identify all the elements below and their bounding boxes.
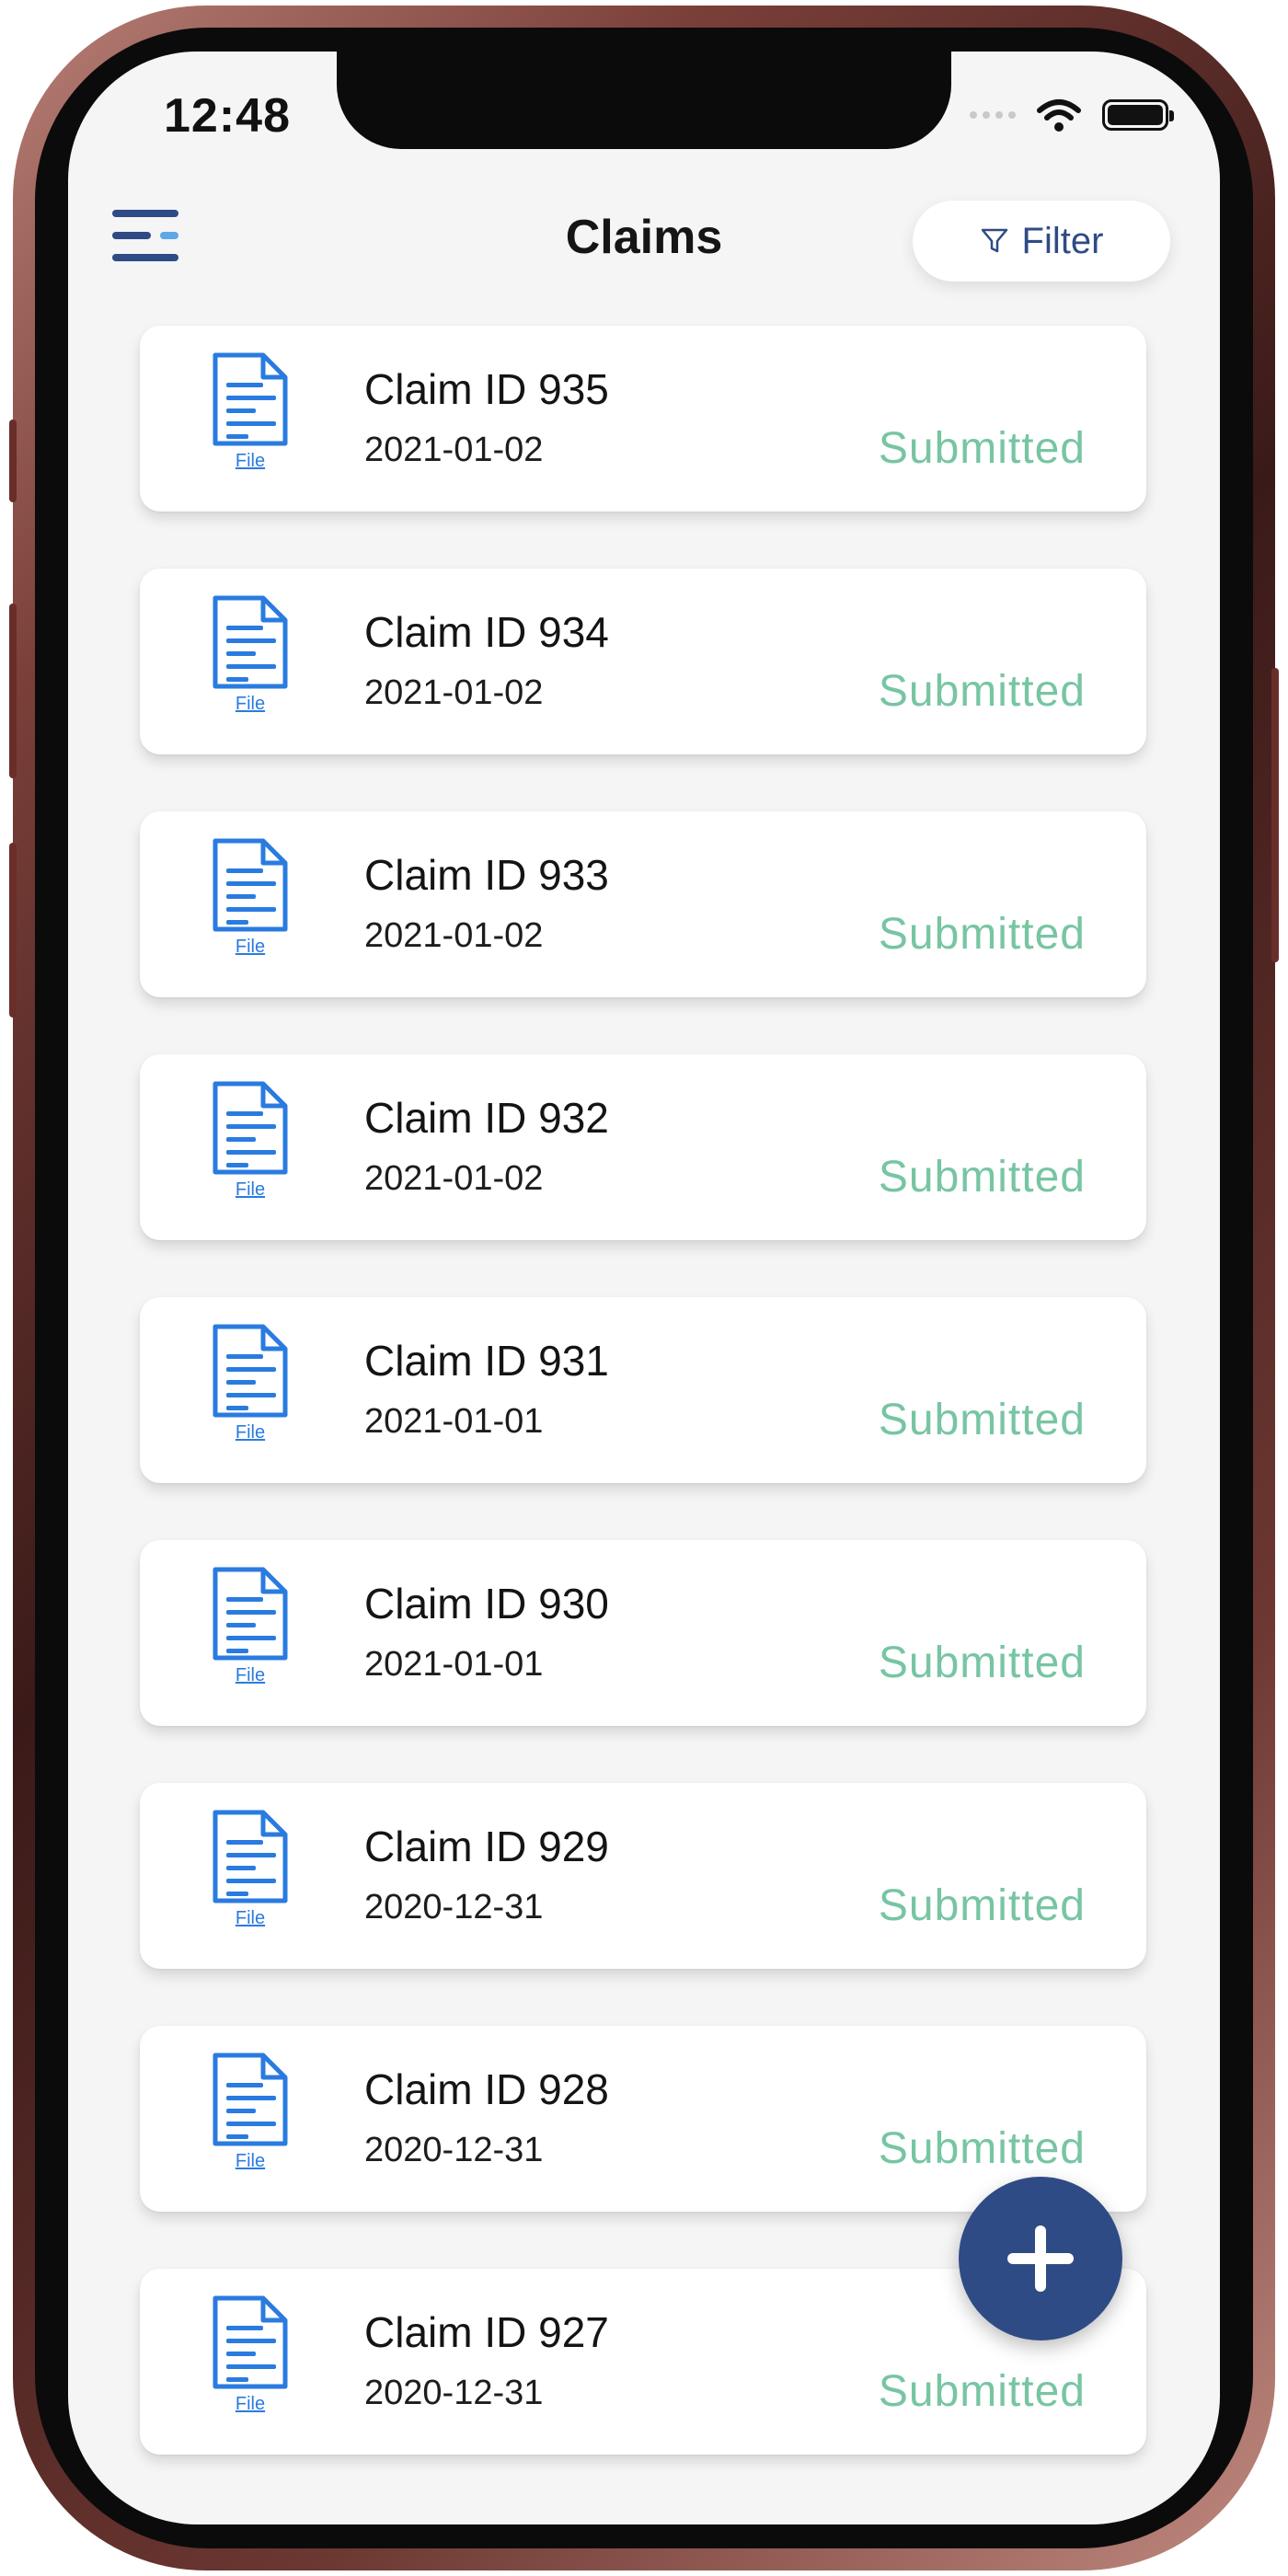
claim-id: Claim ID 935 <box>364 365 609 413</box>
file-document-icon <box>213 1081 288 1175</box>
claim-date: 2021-01-02 <box>364 673 544 712</box>
claim-id: Claim ID 934 <box>364 608 609 656</box>
claim-status-badge: Submitted <box>878 2367 1086 2416</box>
claim-id: Claim ID 927 <box>364 2308 609 2356</box>
filter-icon <box>981 228 1007 253</box>
notch <box>337 52 951 149</box>
claim-card[interactable]: File Claim ID 934 2021-01-02 Submitted <box>140 569 1146 754</box>
file-link[interactable]: File <box>206 937 294 958</box>
claim-card[interactable]: File Claim ID 928 2020-12-31 Submitted <box>140 2026 1146 2212</box>
claims-list: File Claim ID 935 2021-01-02 Submitted F… <box>140 326 1146 2512</box>
status-time: 12:48 <box>164 89 291 143</box>
file-link[interactable]: File <box>206 1179 294 1201</box>
claim-date: 2021-01-02 <box>364 431 544 469</box>
claim-date: 2020-12-31 <box>364 2374 544 2412</box>
file-attachment[interactable]: File <box>206 2052 294 2172</box>
claim-date: 2021-01-02 <box>364 916 544 955</box>
claim-id: Claim ID 930 <box>364 1580 609 1627</box>
file-link[interactable]: File <box>206 2151 294 2172</box>
claim-card[interactable]: File Claim ID 933 2021-01-02 Submitted <box>140 811 1146 997</box>
file-document-icon <box>213 352 288 446</box>
file-attachment[interactable]: File <box>206 594 294 715</box>
file-attachment[interactable]: File <box>206 837 294 958</box>
filter-label: Filter <box>1021 220 1104 261</box>
claim-id: Claim ID 929 <box>364 1823 609 1870</box>
claim-card[interactable]: File Claim ID 931 2021-01-01 Submitted <box>140 1297 1146 1483</box>
claim-status-badge: Submitted <box>878 1396 1086 1444</box>
phone-side-button-volume-up <box>9 604 17 778</box>
file-link[interactable]: File <box>206 1908 294 1929</box>
file-link[interactable]: File <box>206 1665 294 1686</box>
filter-button[interactable]: Filter <box>913 201 1170 282</box>
file-document-icon <box>213 2295 288 2389</box>
file-document-icon <box>213 838 288 932</box>
file-attachment[interactable]: File <box>206 1323 294 1443</box>
battery-icon <box>1102 99 1174 131</box>
file-attachment[interactable]: File <box>206 2294 294 2415</box>
claim-id: Claim ID 932 <box>364 1094 609 1142</box>
file-link[interactable]: File <box>206 2394 294 2415</box>
phone-side-button-volume-down <box>9 843 17 1018</box>
app-screen: 12:48 Claims Filter File Claim ID 935 20… <box>68 52 1220 2524</box>
file-attachment[interactable]: File <box>206 1080 294 1201</box>
claim-date: 2020-12-31 <box>364 2131 544 2169</box>
claim-date: 2021-01-01 <box>364 1645 544 1684</box>
claim-card[interactable]: File Claim ID 929 2020-12-31 Submitted <box>140 1783 1146 1969</box>
claim-date: 2021-01-02 <box>364 1159 544 1198</box>
claim-status-badge: Submitted <box>878 1881 1086 1930</box>
claim-card[interactable]: File Claim ID 935 2021-01-02 Submitted <box>140 326 1146 512</box>
claim-id: Claim ID 933 <box>364 851 609 899</box>
claim-card[interactable]: File Claim ID 930 2021-01-01 Submitted <box>140 1540 1146 1726</box>
phone-side-button-mute <box>9 420 17 502</box>
file-link[interactable]: File <box>206 1422 294 1443</box>
file-attachment[interactable]: File <box>206 1809 294 1929</box>
claim-status-badge: Submitted <box>878 2124 1086 2173</box>
claim-card[interactable]: File Claim ID 932 2021-01-02 Submitted <box>140 1054 1146 1240</box>
file-document-icon <box>213 1324 288 1418</box>
claim-date: 2020-12-31 <box>364 1888 544 1926</box>
file-document-icon <box>213 1810 288 1903</box>
status-indicators <box>970 98 1174 132</box>
file-link[interactable]: File <box>206 451 294 472</box>
file-document-icon <box>213 2053 288 2146</box>
cellular-signal-icon <box>970 111 1016 119</box>
file-document-icon <box>213 595 288 689</box>
claim-id: Claim ID 928 <box>364 2065 609 2113</box>
plus-icon <box>1007 2225 1074 2292</box>
phone-side-button-power <box>1271 668 1279 962</box>
file-attachment[interactable]: File <box>206 1566 294 1686</box>
claim-id: Claim ID 931 <box>364 1337 609 1385</box>
claim-status-badge: Submitted <box>878 1153 1086 1202</box>
claim-status-badge: Submitted <box>878 667 1086 716</box>
claim-status-badge: Submitted <box>878 910 1086 959</box>
file-attachment[interactable]: File <box>206 351 294 472</box>
claim-status-badge: Submitted <box>878 424 1086 473</box>
claim-status-badge: Submitted <box>878 1639 1086 1687</box>
claim-date: 2021-01-01 <box>364 1402 544 1441</box>
add-claim-button[interactable] <box>959 2177 1122 2340</box>
wifi-icon <box>1037 99 1081 132</box>
file-document-icon <box>213 1567 288 1661</box>
file-link[interactable]: File <box>206 694 294 715</box>
